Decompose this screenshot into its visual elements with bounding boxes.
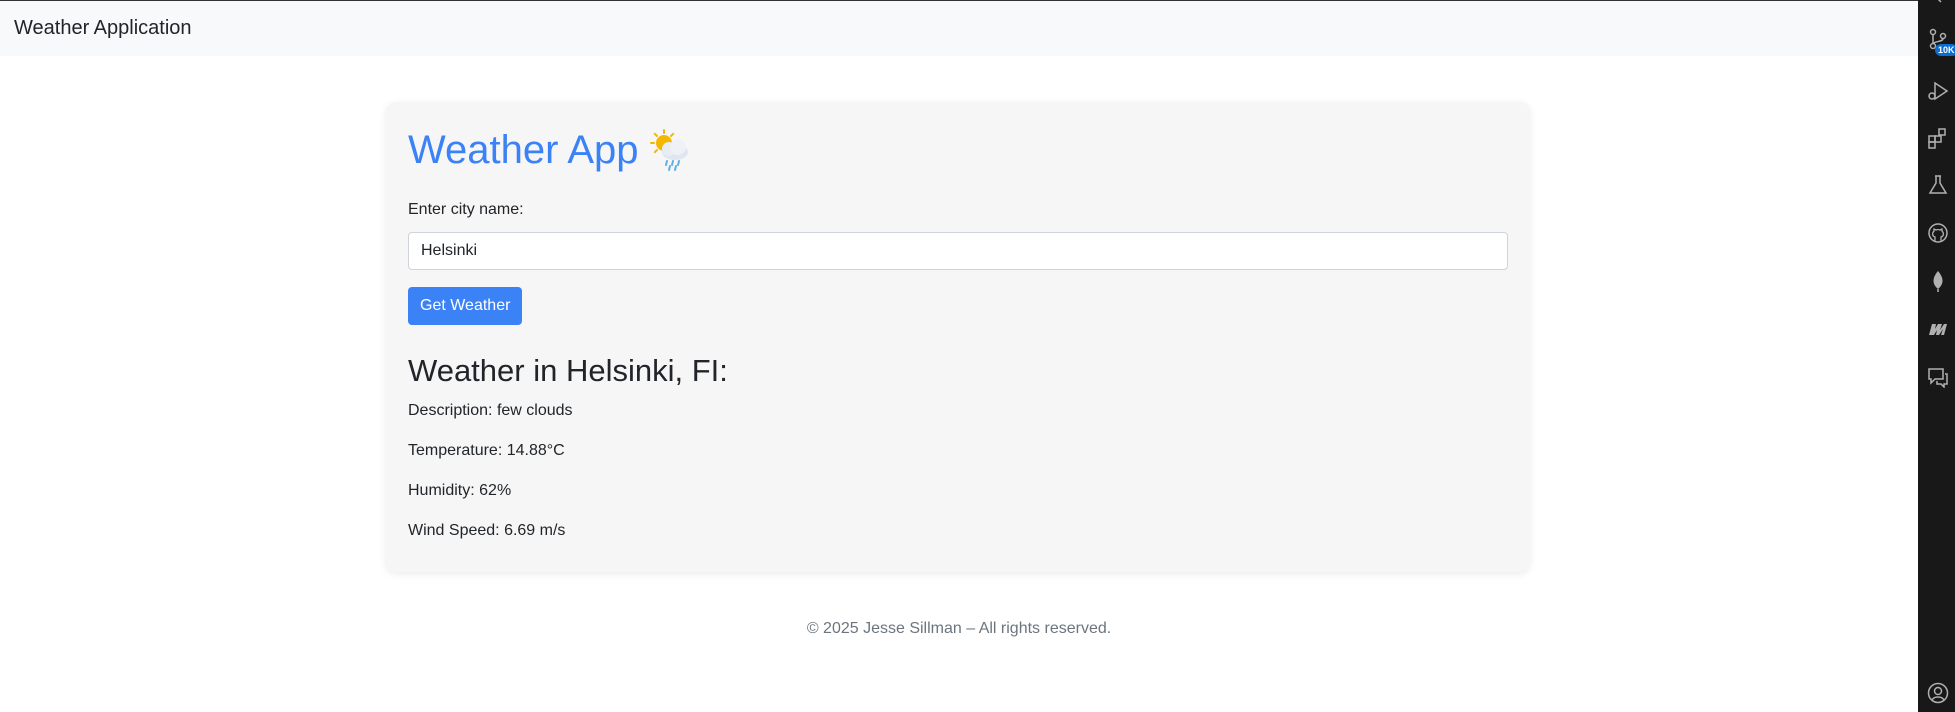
description-value: few clouds [496,402,573,419]
testing-flask-icon[interactable] [1927,174,1949,196]
city-input[interactable] [408,232,1508,270]
navbar: Weather Application [0,0,1918,56]
wind-line: Wind Speed: 6.69 m/s [408,519,1508,543]
description-label: Description: [408,402,493,419]
wind-value: 6.69 m/s [504,522,566,539]
github-icon[interactable] [1927,222,1949,244]
mongodb-leaf-icon[interactable] [1927,270,1949,292]
weather-card: Weather App Enter city name: Helsinki Ge… [386,102,1530,572]
city-label: Enter city name: [408,201,524,218]
humidity-value: 62% [479,482,512,499]
extensions-icon[interactable] [1927,127,1949,149]
sun-behind-rain-cloud-icon [649,128,693,172]
temperature-label: Temperature: [408,442,503,459]
chevron-icon[interactable] [1927,0,1949,14]
result-heading: Weather in Helsinki, FI: [408,353,728,388]
page-title-text: Weather App [408,127,639,172]
source-control-badge: 10K [1935,44,1955,56]
get-weather-button[interactable]: Get Weather [408,287,523,325]
activity-bar: 10K [1918,0,1955,712]
temperature-value: 14.88°C [506,442,565,459]
humidity-label: Humidity: [408,482,475,499]
description-line: Description: few clouds [408,399,1508,423]
run-debug-icon[interactable] [1927,80,1949,102]
navbar-brand[interactable]: Weather Application [14,17,192,40]
humidity-line: Humidity: 62% [408,479,1508,503]
temperature-line: Temperature: 14.88°C [408,439,1508,463]
account-icon[interactable] [1927,682,1949,704]
extension-m-icon[interactable] [1927,318,1949,340]
chat-icon[interactable] [1927,366,1949,388]
wind-label: Wind Speed: [408,522,500,539]
page-title: Weather App [408,122,1508,178]
footer: © 2025 Jesse Sillman – All rights reserv… [806,620,1112,637]
